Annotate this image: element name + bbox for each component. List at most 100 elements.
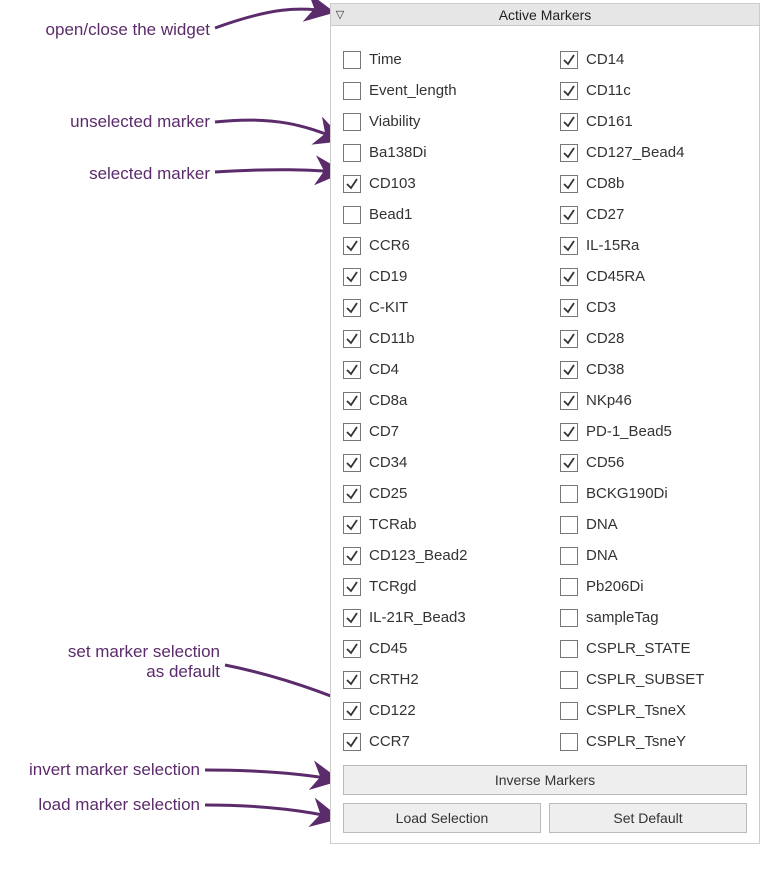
marker-row: CSPLR_TsneY — [560, 726, 747, 757]
marker-checkbox[interactable] — [560, 330, 578, 348]
marker-checkbox[interactable] — [343, 578, 361, 596]
marker-row: CSPLR_STATE — [560, 633, 747, 664]
marker-label: CD4 — [369, 361, 399, 378]
marker-checkbox[interactable] — [343, 82, 361, 100]
marker-label: CD7 — [369, 423, 399, 440]
marker-checkbox[interactable] — [343, 361, 361, 379]
marker-checkbox[interactable] — [343, 175, 361, 193]
marker-checkbox[interactable] — [560, 547, 578, 565]
marker-checkbox[interactable] — [560, 144, 578, 162]
set-default-button[interactable]: Set Default — [549, 803, 747, 833]
marker-checkbox[interactable] — [560, 268, 578, 286]
marker-row: CD8a — [343, 385, 530, 416]
marker-row: CD14 — [560, 44, 747, 75]
marker-row: TCRgd — [343, 571, 530, 602]
marker-row: CD8b — [560, 168, 747, 199]
marker-label: CRTH2 — [369, 671, 419, 688]
marker-checkbox[interactable] — [560, 516, 578, 534]
marker-row: CD127_Bead4 — [560, 137, 747, 168]
marker-checkbox[interactable] — [560, 609, 578, 627]
marker-label: CD3 — [586, 299, 616, 316]
marker-label: CD11c — [586, 82, 631, 99]
marker-checkbox[interactable] — [343, 206, 361, 224]
marker-row: IL-21R_Bead3 — [343, 602, 530, 633]
marker-checkbox[interactable] — [560, 671, 578, 689]
marker-row: CD103 — [343, 168, 530, 199]
marker-row: CD19 — [343, 261, 530, 292]
marker-row: CCR6 — [343, 230, 530, 261]
marker-row: IL-15Ra — [560, 230, 747, 261]
marker-row: CSPLR_TsneX — [560, 695, 747, 726]
marker-row: CD34 — [343, 447, 530, 478]
marker-checkbox[interactable] — [560, 175, 578, 193]
marker-label: Bead1 — [369, 206, 412, 223]
marker-checkbox[interactable] — [560, 454, 578, 472]
marker-row: CD56 — [560, 447, 747, 478]
marker-label: CD28 — [586, 330, 624, 347]
marker-label: CD27 — [586, 206, 624, 223]
marker-checkbox[interactable] — [343, 144, 361, 162]
marker-checkbox[interactable] — [343, 423, 361, 441]
marker-label: Ba138Di — [369, 144, 427, 161]
marker-label: CCR7 — [369, 733, 410, 750]
marker-row: CD122 — [343, 695, 530, 726]
marker-label: CD45 — [369, 640, 407, 657]
marker-checkbox[interactable] — [343, 299, 361, 317]
marker-checkbox[interactable] — [343, 671, 361, 689]
load-selection-button[interactable]: Load Selection — [343, 803, 541, 833]
marker-checkbox[interactable] — [560, 113, 578, 131]
marker-row: DNA — [560, 509, 747, 540]
marker-checkbox[interactable] — [343, 516, 361, 534]
marker-checkbox[interactable] — [560, 237, 578, 255]
marker-label: CD19 — [369, 268, 407, 285]
marker-checkbox[interactable] — [343, 330, 361, 348]
marker-checkbox[interactable] — [343, 702, 361, 720]
widget-toggle[interactable]: ▽ — [331, 8, 349, 21]
marker-label: Event_length — [369, 82, 457, 99]
marker-label: CD45RA — [586, 268, 645, 285]
marker-checkbox[interactable] — [560, 578, 578, 596]
marker-checkbox[interactable] — [560, 392, 578, 410]
marker-checkbox[interactable] — [343, 51, 361, 69]
marker-checkbox[interactable] — [343, 733, 361, 751]
marker-checkbox[interactable] — [560, 51, 578, 69]
marker-label: IL-15Ra — [586, 237, 639, 254]
marker-checkbox[interactable] — [560, 299, 578, 317]
marker-label: BCKG190Di — [586, 485, 668, 502]
marker-label: CD161 — [586, 113, 633, 130]
marker-checkbox[interactable] — [560, 733, 578, 751]
marker-checkbox[interactable] — [560, 82, 578, 100]
marker-checkbox[interactable] — [343, 640, 361, 658]
inverse-markers-button[interactable]: Inverse Markers — [343, 765, 747, 795]
marker-row: CD4 — [343, 354, 530, 385]
marker-checkbox[interactable] — [560, 485, 578, 503]
marker-checkbox[interactable] — [560, 423, 578, 441]
marker-row: sampleTag — [560, 602, 747, 633]
marker-label: TCRgd — [369, 578, 417, 595]
marker-label: IL-21R_Bead3 — [369, 609, 466, 626]
marker-checkbox[interactable] — [343, 454, 361, 472]
marker-label: CD8a — [369, 392, 407, 409]
marker-row: PD-1_Bead5 — [560, 416, 747, 447]
marker-checkbox[interactable] — [343, 268, 361, 286]
marker-checkbox[interactable] — [343, 547, 361, 565]
marker-checkbox[interactable] — [560, 206, 578, 224]
marker-checkbox[interactable] — [343, 113, 361, 131]
marker-row: CD123_Bead2 — [343, 540, 530, 571]
marker-checkbox[interactable] — [560, 361, 578, 379]
marker-row: Time — [343, 44, 530, 75]
marker-label: CSPLR_STATE — [586, 640, 690, 657]
marker-row: CD11b — [343, 323, 530, 354]
marker-row: BCKG190Di — [560, 478, 747, 509]
marker-checkbox[interactable] — [343, 485, 361, 503]
marker-row: NKp46 — [560, 385, 747, 416]
marker-checkbox[interactable] — [343, 392, 361, 410]
marker-checkbox[interactable] — [343, 237, 361, 255]
marker-label: CD103 — [369, 175, 416, 192]
marker-label: NKp46 — [586, 392, 632, 409]
marker-label: PD-1_Bead5 — [586, 423, 672, 440]
marker-row: CD7 — [343, 416, 530, 447]
marker-checkbox[interactable] — [560, 702, 578, 720]
marker-checkbox[interactable] — [343, 609, 361, 627]
marker-checkbox[interactable] — [560, 640, 578, 658]
